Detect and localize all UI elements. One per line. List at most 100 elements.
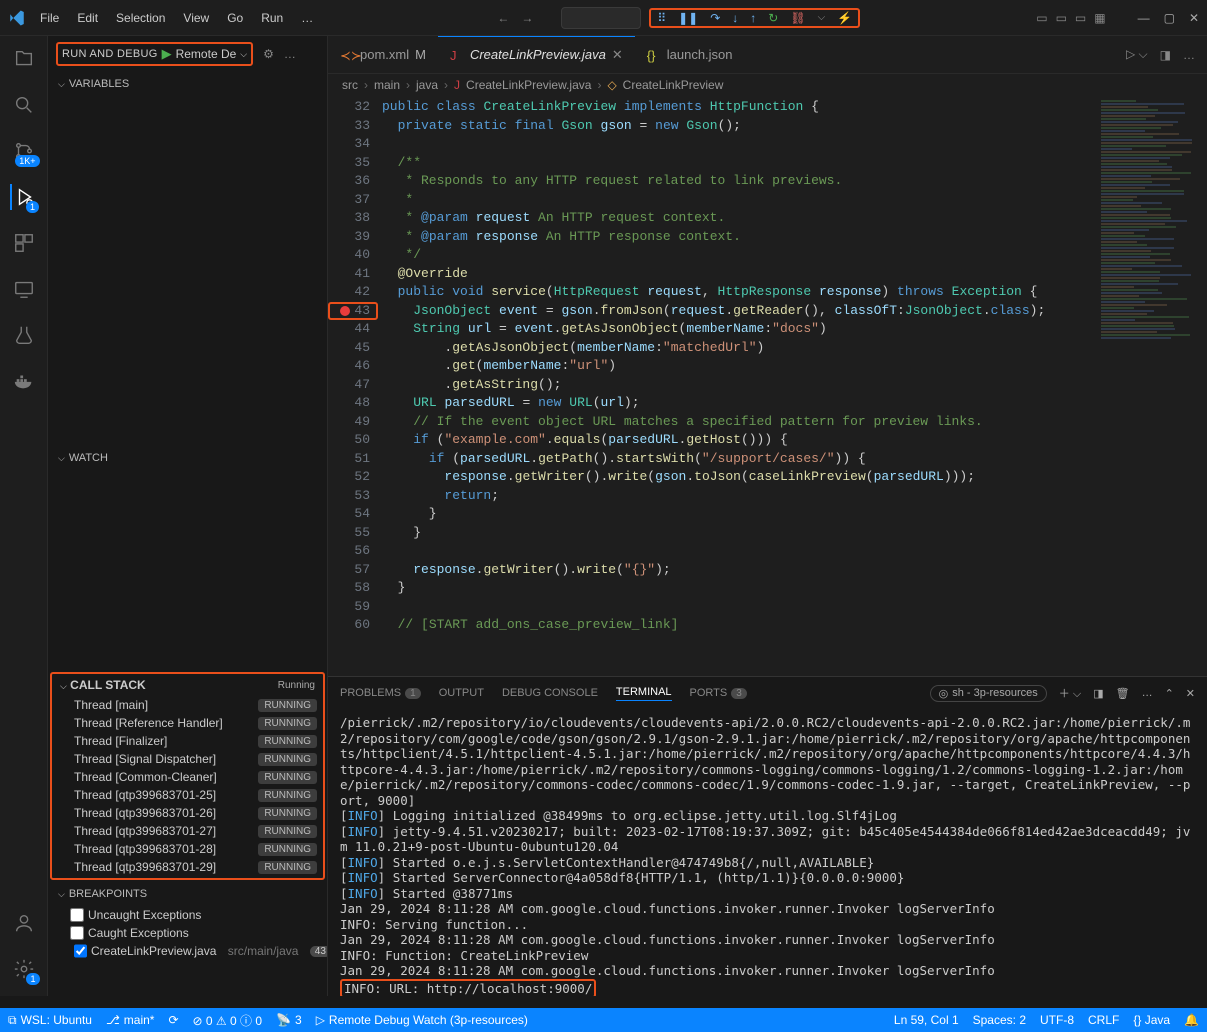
panel-bottom-icon[interactable]: ▭: [1056, 11, 1067, 25]
search-icon[interactable]: [11, 92, 37, 118]
callstack-row[interactable]: Thread [qtp399683701-25]RUNNING: [52, 786, 323, 804]
maximize-panel-icon[interactable]: ⌃: [1165, 687, 1174, 700]
callstack-row[interactable]: Thread [Reference Handler]RUNNING: [52, 714, 323, 732]
branch[interactable]: ⎇ main*: [106, 1013, 155, 1027]
hot-icon[interactable]: ⚡: [837, 11, 852, 25]
remote-indicator[interactable]: ⧉ WSL: Ubuntu: [8, 1013, 92, 1028]
sync[interactable]: ⟳: [168, 1013, 178, 1027]
nav-back[interactable]: ←: [497, 11, 509, 25]
tab-pom[interactable]: ≺≻pom.xmlM: [328, 36, 438, 73]
tab-output[interactable]: OUTPUT: [439, 687, 484, 699]
panel-right-icon[interactable]: ▭: [1075, 11, 1086, 25]
close-icon[interactable]: ✕: [1189, 11, 1199, 25]
tab-launch[interactable]: {}launch.json: [635, 36, 745, 73]
step-into-icon[interactable]: ↓: [732, 11, 738, 25]
config-select[interactable]: Remote De ⌵: [176, 47, 248, 61]
remote-icon[interactable]: [11, 276, 37, 302]
kill-terminal-icon[interactable]: 🗑: [1116, 687, 1130, 700]
editor[interactable]: 3233343536373839404142434445464748495051…: [328, 96, 1097, 676]
maximize-icon[interactable]: ▢: [1164, 11, 1175, 25]
tab-problems[interactable]: PROBLEMS1: [340, 687, 421, 699]
breakpoints-header[interactable]: ⌵BREAKPOINTS: [48, 882, 327, 906]
tab-debug-console[interactable]: DEBUG CONSOLE: [502, 687, 598, 699]
run-debug-title: RUN AND DEBUG: [62, 48, 158, 60]
chevron-down-icon[interactable]: ⌵: [818, 12, 826, 23]
extensions-icon[interactable]: [11, 230, 37, 256]
step-out-icon[interactable]: ↑: [750, 11, 756, 25]
cursor-pos[interactable]: Ln 59, Col 1: [894, 1013, 959, 1027]
callstack-row[interactable]: Thread [Finalizer]RUNNING: [52, 732, 323, 750]
bp-file-checkbox[interactable]: [74, 944, 87, 958]
start-debug-icon[interactable]: ▶: [162, 46, 172, 62]
settings-icon[interactable]: 1: [11, 956, 37, 982]
menu-selection[interactable]: Selection: [108, 7, 173, 29]
editor-area: ≺≻pom.xmlM JCreateLinkPreview.java✕ {}la…: [328, 36, 1207, 996]
menu-run[interactable]: Run: [253, 7, 291, 29]
caught-checkbox[interactable]: [70, 926, 84, 940]
callstack-row[interactable]: Thread [qtp399683701-26]RUNNING: [52, 804, 323, 822]
split-icon[interactable]: ◨: [1160, 48, 1171, 62]
menu-view[interactable]: View: [175, 7, 217, 29]
callstack-row[interactable]: Thread [qtp399683701-27]RUNNING: [52, 822, 323, 840]
tab-terminal[interactable]: TERMINAL: [616, 686, 672, 701]
debug-config[interactable]: ▷ Remote Debug Watch (3p-resources): [316, 1013, 528, 1027]
uncaught-checkbox[interactable]: [70, 908, 84, 922]
indent[interactable]: Spaces: 2: [973, 1013, 1026, 1027]
menu-go[interactable]: Go: [219, 7, 251, 29]
eol[interactable]: CRLF: [1088, 1013, 1119, 1027]
new-terminal-icon[interactable]: ＋ ⌵: [1059, 685, 1081, 701]
menu-more[interactable]: …: [293, 7, 321, 29]
callstack-row[interactable]: Thread [Signal Dispatcher]RUNNING: [52, 750, 323, 768]
debug-toolbar: ⠿ ❚❚ ↷ ↓ ↑ ↻ ⛓ ⌵ ⚡: [649, 8, 860, 28]
layout-icon[interactable]: ▭: [1036, 11, 1047, 25]
callstack-row[interactable]: Thread [main]RUNNING: [52, 696, 323, 714]
run-debug-icon[interactable]: 1: [10, 184, 36, 210]
drag-icon[interactable]: ⠿: [657, 11, 666, 25]
ports-status[interactable]: 📡 3: [276, 1013, 302, 1027]
restart-icon[interactable]: ↻: [768, 11, 778, 25]
xml-icon: ≺≻: [340, 48, 354, 62]
close-panel-icon[interactable]: ✕: [1186, 687, 1195, 700]
menu-file[interactable]: File: [32, 7, 67, 29]
breadcrumbs[interactable]: src› main› java› J CreateLinkPreview.jav…: [328, 74, 1207, 96]
tab-active[interactable]: JCreateLinkPreview.java✕: [438, 36, 635, 73]
source-control-icon[interactable]: 1K+: [11, 138, 37, 164]
encoding[interactable]: UTF-8: [1040, 1013, 1074, 1027]
vscode-logo: [8, 9, 26, 27]
menu-edit[interactable]: Edit: [69, 7, 106, 29]
watch-header[interactable]: ⌵WATCH: [48, 446, 327, 470]
close-icon[interactable]: ✕: [612, 47, 623, 63]
callstack-row[interactable]: Thread [qtp399683701-28]RUNNING: [52, 840, 323, 858]
explorer-icon[interactable]: [11, 46, 37, 72]
split-terminal-icon[interactable]: ◨: [1093, 687, 1103, 700]
step-over-icon[interactable]: ↷: [710, 11, 720, 25]
command-center[interactable]: [561, 7, 641, 29]
pause-icon[interactable]: ❚❚: [678, 11, 698, 25]
callstack-row[interactable]: Thread [Common-Cleaner]RUNNING: [52, 768, 323, 786]
more-icon[interactable]: …: [1142, 687, 1153, 699]
problems-status[interactable]: ⊘ 0 ⚠ 0 ⓘ 0: [193, 1012, 263, 1029]
code[interactable]: public class CreateLinkPreview implement…: [382, 96, 1097, 676]
minimap[interactable]: [1097, 96, 1207, 676]
run-icon[interactable]: ▷ ⌵: [1126, 47, 1148, 62]
gutter[interactable]: 3233343536373839404142434445464748495051…: [328, 96, 382, 676]
gear-icon[interactable]: ⚙: [263, 47, 274, 61]
terminal-select[interactable]: ◎ sh - 3p-resources: [930, 685, 1047, 702]
language[interactable]: {} Java: [1133, 1013, 1170, 1027]
activity-bar: 1K+ 1 1: [0, 36, 48, 996]
more-icon[interactable]: …: [284, 47, 296, 61]
layout-grid-icon[interactable]: ▦: [1094, 11, 1105, 25]
variables-header[interactable]: ⌵VARIABLES: [48, 72, 327, 96]
docker-icon[interactable]: [11, 368, 37, 394]
bottom-panel: PROBLEMS1 OUTPUT DEBUG CONSOLE TERMINAL …: [328, 676, 1207, 996]
tab-ports[interactable]: PORTS3: [690, 687, 747, 699]
terminal[interactable]: /pierrick/.m2/repository/io/cloudevents/…: [328, 709, 1207, 996]
testing-icon[interactable]: [11, 322, 37, 348]
more-icon[interactable]: …: [1183, 48, 1195, 62]
disconnect-icon[interactable]: ⛓: [790, 11, 805, 25]
minimize-icon[interactable]: —: [1138, 11, 1150, 25]
account-icon[interactable]: [11, 910, 37, 936]
callstack-row[interactable]: Thread [qtp399683701-29]RUNNING: [52, 858, 323, 876]
notifications-icon[interactable]: 🔔: [1184, 1013, 1199, 1027]
nav-fwd[interactable]: →: [521, 11, 533, 25]
